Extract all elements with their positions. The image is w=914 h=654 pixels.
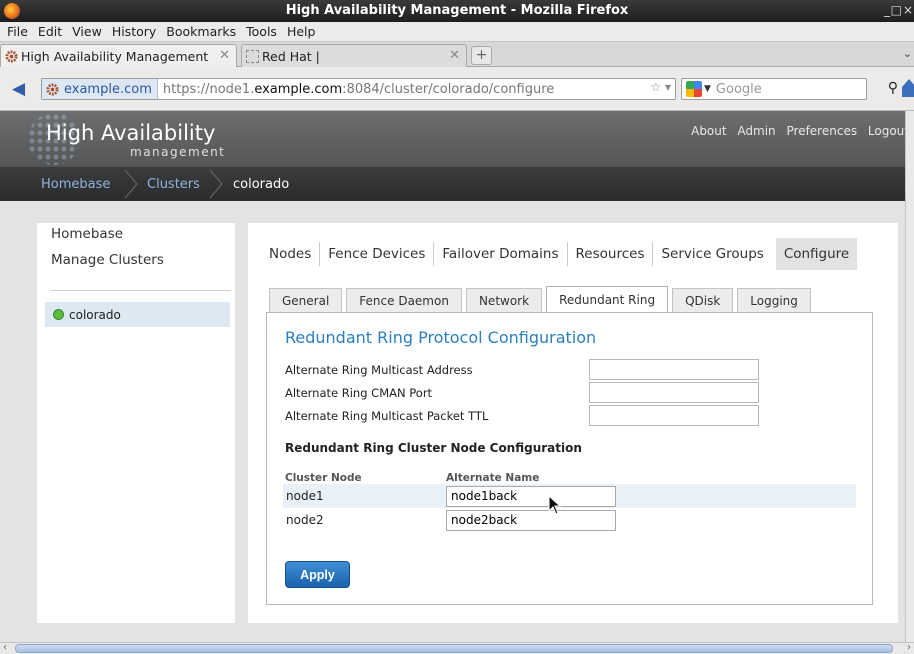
scroll-right-icon[interactable]: › [907,642,911,653]
scroll-left-icon[interactable]: ‹ [3,642,7,653]
subtab-logging[interactable]: Logging [737,288,811,313]
horizontal-scrollbar[interactable]: ‹ › [0,642,914,654]
panel-title: Redundant Ring Protocol Configuration [285,328,597,347]
table-row: node2 [283,508,856,532]
logo-title: High Availability [46,121,216,145]
menu-help[interactable]: Help [282,24,321,39]
column-header-cluster-node: Cluster Node [285,472,362,484]
new-tab-button[interactable]: + [471,46,492,65]
node2-alternate-name-input[interactable] [446,509,616,531]
subtab-fence-daemon[interactable]: Fence Daemon [346,288,462,313]
google-engine-icon[interactable] [686,81,702,97]
field-label: Alternate Ring Multicast Packet TTL [285,409,489,423]
sidebar-item-homebase[interactable]: Homebase [51,226,123,242]
breadcrumb-clusters[interactable]: Clusters [147,177,200,192]
logout-link[interactable]: Logout [868,124,905,138]
redundant-ring-panel: Redundant Ring Protocol Configuration Al… [266,312,873,605]
search-placeholder: Google [715,81,762,97]
apply-button[interactable]: Apply [285,561,350,588]
cluster-name: colorado [69,307,121,322]
subtab-network[interactable]: Network [465,288,543,313]
tab-configure[interactable]: Configure [775,238,858,270]
tab-nodes[interactable]: Nodes [262,242,319,266]
cluster-nav: Nodes Fence Devices Failover Domains Res… [262,237,858,271]
subtab-redundant-ring[interactable]: Redundant Ring [546,286,669,313]
engine-dropdown-icon[interactable]: ▼ [704,84,711,94]
config-subtabs: General Fence Daemon Network Redundant R… [269,286,815,313]
node-section-title: Redundant Ring Cluster Node Configuratio… [285,441,582,455]
page-viewport: High Availability management About Admin… [0,111,905,642]
tab-red-hat[interactable]: Red Hat | ✕ [241,44,467,67]
gear-favicon-icon [46,82,59,96]
window-titlebar: High Availability Management - Mozilla F… [0,0,914,22]
close-window-button[interactable]: × [903,3,913,17]
menu-view[interactable]: View [67,24,107,39]
url-text: https://node1.example.com:8084/cluster/c… [162,81,555,97]
home-icon[interactable] [902,79,914,97]
app-header: High Availability management About Admin… [0,111,905,167]
tab-service-groups[interactable]: Service Groups [652,242,771,266]
node-name: node2 [286,513,324,527]
window-title: High Availability Management - Mozilla F… [285,3,629,18]
column-header-alternate-name: Alternate Name [446,472,540,484]
menu-tools[interactable]: Tools [241,24,282,39]
menu-file[interactable]: File [2,24,33,39]
navigation-bar: ◀ example.com https://node1.example.com:… [0,67,914,111]
search-bar[interactable]: ▼ Google [681,78,867,100]
gear-favicon-icon [5,49,18,63]
breadcrumb-separator-icon [124,169,138,199]
tab-fence-devices[interactable]: Fence Devices [319,242,433,266]
scrollbar-thumb[interactable] [15,644,893,653]
breadcrumb-separator-icon [209,169,223,199]
tab-resources[interactable]: Resources [566,242,653,266]
menu-history[interactable]: History [107,24,161,39]
bookmark-star-icon[interactable]: ☆ ▾ [650,80,671,94]
back-arrow-icon[interactable]: ◀ [12,79,25,99]
breadcrumb-current: colorado [233,177,290,192]
minimize-button[interactable]: _ [884,3,890,17]
alt-multicast-address-input[interactable] [589,359,759,380]
sidebar-item-manage-clusters[interactable]: Manage Clusters [51,252,164,268]
tab-label: High Availability Management [21,48,209,64]
admin-link[interactable]: Admin [737,124,775,138]
identity-domain: example.com [64,81,152,97]
menu-edit[interactable]: Edit [33,24,67,39]
mouse-cursor-icon [548,495,562,515]
site-identity-button[interactable]: example.com [42,79,158,99]
preferences-link[interactable]: Preferences [787,124,858,138]
binoculars-icon[interactable]: ⚲ [888,80,898,96]
breadcrumb-homebase[interactable]: Homebase [41,177,110,192]
table-row: node1 [283,484,856,508]
close-tab-icon[interactable]: ✕ [449,48,460,63]
top-links: About Admin Preferences Logout [684,124,905,138]
node-name: node1 [286,489,324,503]
url-bar[interactable]: example.com https://node1.example.com:80… [41,78,676,100]
sidebar-item-colorado[interactable]: colorado [45,302,230,327]
field-label: Alternate Ring Multicast Address [285,363,473,377]
maximize-button[interactable]: □ [891,3,902,17]
status-dot-icon [53,309,64,320]
sidebar: Homebase Manage Clusters colorado [37,223,235,623]
tab-strip: High Availability Management ✕ Red Hat |… [0,42,914,67]
close-tab-icon[interactable]: ✕ [219,48,230,63]
breadcrumb: Homebase Clusters colorado [0,167,905,201]
tab-failover-domains[interactable]: Failover Domains [433,242,566,266]
about-link[interactable]: About [691,124,726,138]
subtab-general[interactable]: General [269,288,343,313]
node1-alternate-name-input[interactable] [446,485,616,507]
main-content: Nodes Fence Devices Failover Domains Res… [248,223,898,623]
tab-ha-management[interactable]: High Availability Management ✕ [0,44,237,67]
vertical-scrollbar[interactable] [905,111,914,642]
alt-multicast-ttl-input[interactable] [589,405,759,426]
menu-bookmarks[interactable]: Bookmarks [161,24,241,39]
logo-subtitle: management [130,145,226,159]
alt-cman-port-input[interactable] [589,382,759,403]
blank-favicon-icon [246,49,259,63]
sidebar-divider [51,290,231,291]
subtab-qdisk[interactable]: QDisk [672,288,734,313]
field-label: Alternate Ring CMAN Port [285,386,433,400]
tab-list-chevron-icon[interactable]: ⌄ [903,47,912,60]
menu-bar: File Edit View History Bookmarks Tools H… [0,22,914,42]
tab-label: Red Hat | [262,48,320,64]
